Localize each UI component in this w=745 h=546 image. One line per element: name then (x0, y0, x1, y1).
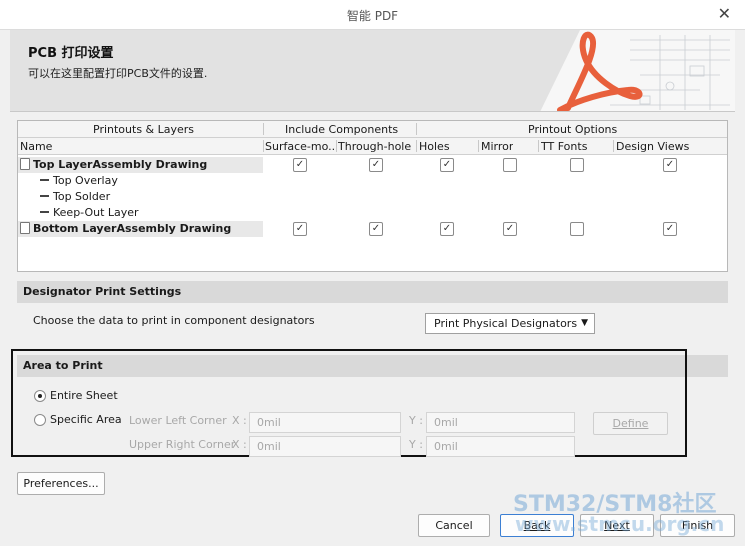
tt-fonts-checkbox[interactable] (570, 222, 584, 236)
upper-right-label: Upper Right Corner (129, 438, 236, 451)
upper-right-y-field[interactable]: 0mil (426, 436, 575, 457)
banner-subtitle: 可以在这里配置打印PCB文件的设置. (28, 67, 208, 80)
row-label: Top Solder (53, 190, 111, 203)
back-button[interactable]: Back (500, 514, 574, 537)
ll-y-label: Y : (409, 414, 423, 427)
surface-mount-checkbox[interactable]: ✓ (293, 158, 307, 172)
finish-button[interactable]: Finish (660, 514, 735, 537)
lower-left-y-field[interactable]: 0mil (426, 412, 575, 433)
table-row[interactable]: Top Overlay (18, 173, 727, 189)
column-separator (263, 123, 264, 135)
lower-left-x-field[interactable]: 0mil (249, 412, 401, 433)
document-icon (20, 158, 30, 170)
col-design-views[interactable]: Design Views (616, 140, 689, 153)
col-surface-mount[interactable]: Surface-mo... (265, 140, 335, 153)
col-holes[interactable]: Holes (419, 140, 450, 153)
next-button-label: Next (604, 519, 630, 532)
tt-fonts-checkbox[interactable] (570, 158, 584, 172)
design-views-checkbox[interactable]: ✓ (663, 158, 677, 172)
table-row[interactable]: Top LayerAssembly Drawing ✓ ✓ ✓ ✓ (18, 157, 727, 173)
table-group-header: Printouts & Layers Include Components Pr… (18, 121, 727, 138)
pdf-logo-graphic (540, 30, 735, 111)
designator-prompt: Choose the data to print in component de… (33, 314, 315, 327)
cancel-button[interactable]: Cancel (418, 514, 490, 537)
title-bar: 智能 PDF ✕ (0, 0, 745, 30)
table-row[interactable]: Bottom LayerAssembly Drawing ✓ ✓ ✓ ✓ ✓ (18, 221, 727, 237)
column-separator (416, 140, 417, 152)
row-label: Bottom LayerAssembly Drawing (33, 222, 232, 235)
column-separator (613, 140, 614, 152)
col-through-hole[interactable]: Through-hole (338, 140, 414, 153)
entire-sheet-label[interactable]: Entire Sheet (50, 389, 118, 402)
table-row[interactable]: Keep-Out Layer (18, 205, 727, 221)
group-printouts-layers: Printouts & Layers (93, 123, 195, 136)
column-separator (478, 140, 479, 152)
holes-checkbox[interactable]: ✓ (440, 158, 454, 172)
ur-x-label: X : (232, 438, 247, 451)
col-tt-fonts[interactable]: TT Fonts (541, 140, 587, 153)
row-label: Keep-Out Layer (53, 206, 139, 219)
layer-line-icon (40, 211, 49, 213)
banner-title: PCB 打印设置 (28, 46, 114, 61)
col-mirror[interactable]: Mirror (481, 140, 513, 153)
document-icon (20, 222, 30, 234)
specific-area-radio[interactable] (34, 414, 46, 426)
table-column-header: Name Surface-mo... Through-hole Holes Mi… (18, 138, 727, 155)
column-separator (538, 140, 539, 152)
entire-sheet-radio[interactable] (34, 390, 46, 402)
mirror-checkbox[interactable] (503, 158, 517, 172)
next-button[interactable]: Next (580, 514, 654, 537)
designator-section-header: Designator Print Settings (17, 281, 728, 303)
designator-select[interactable]: Print Physical Designators ▼ (425, 313, 595, 334)
group-include-components: Include Components (285, 123, 399, 136)
lower-left-label: Lower Left Corner (129, 414, 227, 427)
layer-line-icon (40, 179, 49, 181)
mirror-checkbox[interactable]: ✓ (503, 222, 517, 236)
col-name[interactable]: Name (20, 140, 260, 153)
specific-area-label[interactable]: Specific Area (50, 413, 122, 426)
column-separator (416, 123, 417, 135)
ur-y-label: Y : (409, 438, 423, 451)
group-printout-options: Printout Options (528, 123, 618, 136)
close-icon[interactable]: ✕ (718, 4, 731, 23)
preferences-button[interactable]: Preferences... (17, 472, 105, 495)
chevron-down-icon: ▼ (581, 318, 588, 328)
table-row[interactable]: Top Solder (18, 189, 727, 205)
holes-checkbox[interactable]: ✓ (440, 222, 454, 236)
column-separator (336, 140, 337, 152)
through-hole-checkbox[interactable]: ✓ (369, 158, 383, 172)
layers-table: Printouts & Layers Include Components Pr… (17, 120, 728, 272)
column-separator (263, 140, 264, 152)
ll-x-label: X : (232, 414, 247, 427)
window-title: 智能 PDF (346, 9, 399, 23)
surface-mount-checkbox[interactable]: ✓ (293, 222, 307, 236)
define-button[interactable]: Define (593, 412, 668, 435)
layer-line-icon (40, 195, 49, 197)
header-banner: PCB 打印设置 可以在这里配置打印PCB文件的设置. (10, 30, 735, 112)
through-hole-checkbox[interactable]: ✓ (369, 222, 383, 236)
row-label: Top Overlay (53, 174, 118, 187)
designator-select-value: Print Physical Designators (434, 317, 578, 330)
design-views-checkbox[interactable]: ✓ (663, 222, 677, 236)
upper-right-x-field[interactable]: 0mil (249, 436, 401, 457)
back-button-label: Back (523, 519, 551, 532)
row-label: Top LayerAssembly Drawing (33, 158, 208, 171)
define-button-label: Define (612, 417, 649, 430)
